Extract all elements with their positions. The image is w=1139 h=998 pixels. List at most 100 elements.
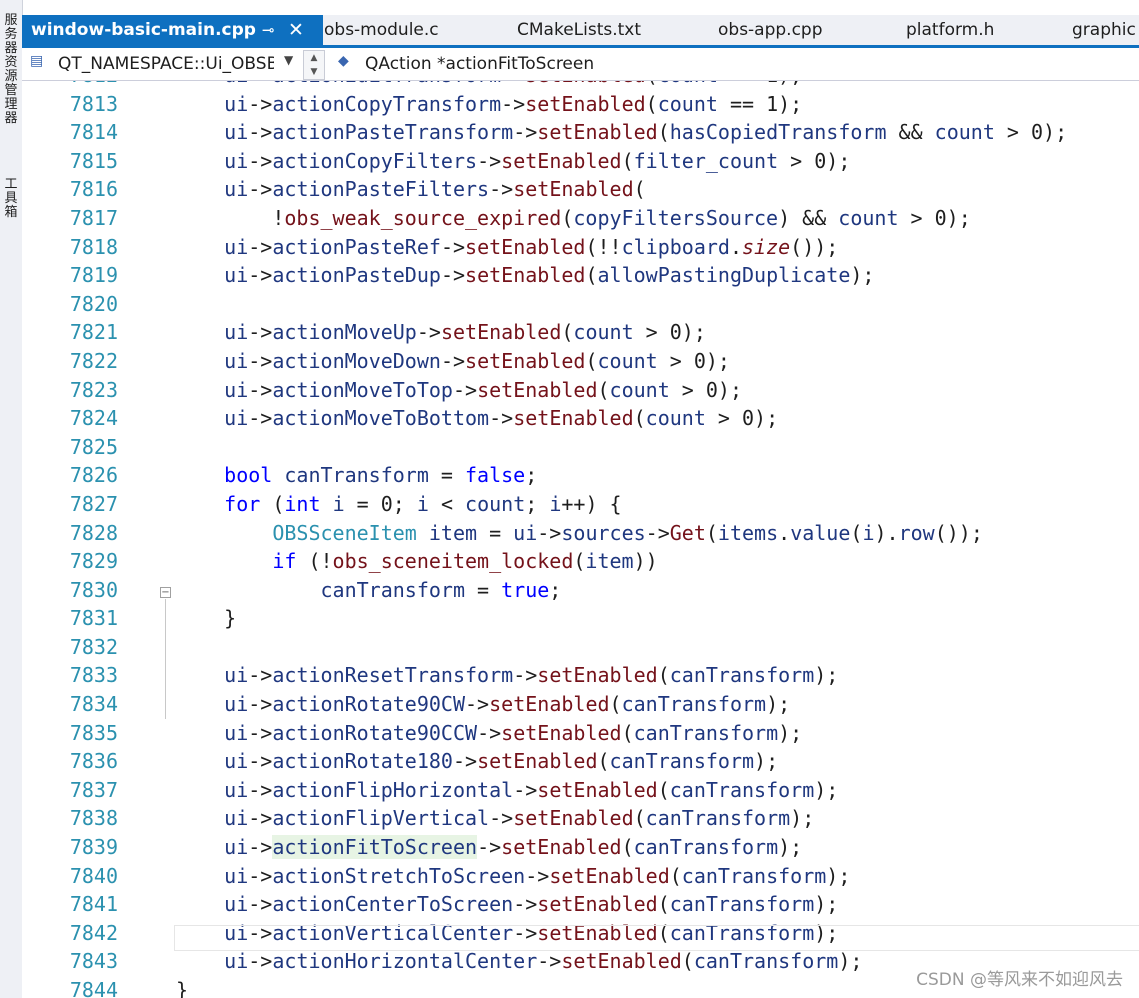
tab-obs-app[interactable]: obs-app.cpp	[718, 15, 823, 45]
tab-cmakelists[interactable]: CMakeLists.txt	[517, 15, 641, 45]
code-text[interactable]: ui->actionMoveUp->setEnabled(count > 0);	[176, 318, 706, 347]
code-text[interactable]: bool canTransform = false;	[176, 461, 537, 490]
watermark: CSDN @等风来不如迎风去	[916, 970, 1123, 990]
line-number: 7839	[69, 835, 118, 860]
code-line[interactable]: 7822 ui->actionMoveDown->setEnabled(coun…	[22, 347, 1139, 376]
code-text[interactable]: ui->actionFlipHorizontal->setEnabled(can…	[176, 776, 838, 805]
server-explorer-tab[interactable]: 服务器资源管理器	[3, 14, 19, 126]
line-number: 7821	[69, 320, 118, 345]
code-line[interactable]: 7823 ui->actionMoveToTop->setEnabled(cou…	[22, 376, 1139, 405]
code-text[interactable]: ui->actionResetTransform->setEnabled(can…	[176, 661, 838, 690]
code-line[interactable]: 7824 ui->actionMoveToBottom->setEnabled(…	[22, 404, 1139, 433]
navigation-bar: ▤ QT_NAMESPACE::Ui_OBSBasic ▼ ▲ ▼ ◆ QAct…	[22, 48, 1139, 81]
code-line[interactable]: 7815 ui->actionCopyFilters->setEnabled(f…	[22, 147, 1139, 176]
code-text[interactable]: OBSSceneItem item = ui->sources->Get(ite…	[176, 519, 983, 548]
code-text[interactable]: ui->actionCopyFilters->setEnabled(filter…	[176, 147, 850, 176]
code-line[interactable]: 7813 ui->actionCopyTransform->setEnabled…	[22, 90, 1139, 119]
code-line[interactable]: 7838 ui->actionFlipVertical->setEnabled(…	[22, 804, 1139, 833]
code-text[interactable]: ui->actionRotate180->setEnabled(canTrans…	[176, 747, 778, 776]
close-icon[interactable]: ✕	[288, 15, 304, 45]
line-number: 7819	[69, 263, 118, 288]
code-line[interactable]: 7812 ui->actionEditTransform->setEnabled…	[22, 81, 1139, 90]
code-line[interactable]: 7825	[22, 433, 1139, 462]
code-line[interactable]: 7821 ui->actionMoveUp->setEnabled(count …	[22, 318, 1139, 347]
member-dropdown[interactable]: QAction *actionFitToScreen	[365, 52, 1125, 76]
code-text[interactable]: }	[176, 604, 236, 633]
scope-dropdown[interactable]: QT_NAMESPACE::Ui_OBSBasic	[58, 52, 274, 76]
toolbox-tab[interactable]: 工具箱	[3, 178, 19, 220]
code-text[interactable]: if (!obs_sceneitem_locked(item))	[176, 547, 657, 576]
tab-graphic[interactable]: graphic	[1072, 15, 1136, 45]
code-line[interactable]: 7817 !obs_weak_source_expired(copyFilter…	[22, 204, 1139, 233]
code-line[interactable]: 7819 ui->actionPasteDup->setEnabled(allo…	[22, 261, 1139, 290]
line-number: 7817	[69, 205, 118, 230]
code-text[interactable]: }	[176, 976, 188, 998]
code-text[interactable]: !obs_weak_source_expired(copyFiltersSour…	[176, 204, 970, 233]
code-line[interactable]: 7828 OBSSceneItem item = ui->sources->Ge…	[22, 519, 1139, 548]
code-line[interactable]: 7839 ui->actionFitToScreen->setEnabled(c…	[22, 833, 1139, 862]
line-number: 7840	[69, 863, 118, 888]
code-line[interactable]: 7835 ui->actionRotate90CCW->setEnabled(c…	[22, 719, 1139, 748]
tab-obs-module[interactable]: obs-module.c	[324, 15, 439, 45]
line-number: 7815	[69, 148, 118, 173]
line-number: 7830	[69, 577, 118, 602]
code-line[interactable]: 7826 bool canTransform = false;	[22, 461, 1139, 490]
spinner-down-icon[interactable]: ▼	[304, 65, 324, 79]
code-line[interactable]: 7840 ui->actionStretchToScreen->setEnabl…	[22, 862, 1139, 891]
current-line-highlight	[174, 925, 1139, 951]
code-line[interactable]: 7814 ui->actionPasteTransform->setEnable…	[22, 118, 1139, 147]
code-text[interactable]: canTransform = true;	[176, 576, 562, 605]
line-number: 7837	[69, 777, 118, 802]
tab-window-basic-main[interactable]: window-basic-main.cpp ⊸ ✕	[22, 15, 323, 45]
code-text[interactable]: ui->actionPasteRef->setEnabled(!!clipboa…	[176, 233, 838, 262]
collapse-icon[interactable]: −	[160, 587, 171, 598]
line-number: 7822	[69, 348, 118, 373]
code-line[interactable]: 7820	[22, 290, 1139, 319]
line-number: 7841	[69, 892, 118, 917]
code-editor[interactable]: 7812 ui->actionEditTransform->setEnabled…	[22, 81, 1139, 998]
code-text[interactable]: ui->actionMoveDown->setEnabled(count > 0…	[176, 347, 730, 376]
code-line[interactable]: 7827 for (int i = 0; i < count; i++) {	[22, 490, 1139, 519]
code-line[interactable]: 7833 ui->actionResetTransform->setEnable…	[22, 661, 1139, 690]
editor-tab-bar: window-basic-main.cpp ⊸ ✕ obs-module.c C…	[22, 15, 1139, 45]
code-text[interactable]: ui->actionPasteFilters->setEnabled(	[176, 175, 646, 204]
line-number: 7828	[69, 520, 118, 545]
code-text[interactable]: ui->actionPasteTransform->setEnabled(has…	[176, 118, 1067, 147]
code-text[interactable]: ui->actionCenterToScreen->setEnabled(can…	[176, 890, 838, 919]
code-text[interactable]: ui->actionEditTransform->setEnabled(coun…	[176, 81, 802, 90]
code-line[interactable]: 7816 ui->actionPasteFilters->setEnabled(	[22, 175, 1139, 204]
chevron-down-icon[interactable]: ▼	[284, 53, 293, 67]
tab-platform-h[interactable]: platform.h	[906, 15, 994, 45]
code-text[interactable]: ui->actionPasteDup->setEnabled(allowPast…	[176, 261, 874, 290]
class-scope-icon: ▤	[30, 53, 44, 69]
code-text[interactable]: ui->actionFlipVertical->setEnabled(canTr…	[176, 804, 814, 833]
code-text[interactable]: ui->actionRotate90CW->setEnabled(canTran…	[176, 690, 790, 719]
code-text[interactable]: ui->actionStretchToScreen->setEnabled(ca…	[176, 862, 850, 891]
code-line[interactable]: 7830 canTransform = true;	[22, 576, 1139, 605]
left-tool-strip: 服务器资源管理器 工具箱	[0, 0, 23, 998]
line-number: 7820	[69, 291, 118, 316]
code-line[interactable]: 7829 if (!obs_sceneitem_locked(item))	[22, 547, 1139, 576]
spinner-up-icon[interactable]: ▲	[304, 51, 324, 65]
pin-icon[interactable]: ⊸	[262, 15, 275, 45]
code-text[interactable]: ui->actionCopyTransform->setEnabled(coun…	[176, 90, 802, 119]
code-line[interactable]: 7818 ui->actionPasteRef->setEnabled(!!cl…	[22, 233, 1139, 262]
code-lines: 7812 ui->actionEditTransform->setEnabled…	[22, 81, 1139, 998]
code-text[interactable]: ui->actionRotate90CCW->setEnabled(canTra…	[176, 719, 802, 748]
line-number: 7842	[69, 920, 118, 945]
code-line[interactable]: 7831 }	[22, 604, 1139, 633]
code-text[interactable]: ui->actionHorizontalCenter->setEnabled(c…	[176, 947, 862, 976]
line-number: 7823	[69, 377, 118, 402]
code-line[interactable]: 7832	[22, 633, 1139, 662]
code-line[interactable]: 7836 ui->actionRotate180->setEnabled(can…	[22, 747, 1139, 776]
code-text[interactable]: ui->actionFitToScreen->setEnabled(canTra…	[176, 833, 802, 862]
code-line[interactable]: 7834 ui->actionRotate90CW->setEnabled(ca…	[22, 690, 1139, 719]
code-line[interactable]: 7837 ui->actionFlipHorizontal->setEnable…	[22, 776, 1139, 805]
scope-spinner[interactable]: ▲ ▼	[303, 50, 325, 80]
code-line[interactable]: 7841 ui->actionCenterToScreen->setEnable…	[22, 890, 1139, 919]
line-number: 7833	[69, 663, 118, 688]
code-text[interactable]: for (int i = 0; i < count; i++) {	[176, 490, 621, 519]
code-text[interactable]: ui->actionMoveToBottom->setEnabled(count…	[176, 404, 778, 433]
fold-guide	[165, 599, 166, 719]
code-text[interactable]: ui->actionMoveToTop->setEnabled(count > …	[176, 376, 742, 405]
